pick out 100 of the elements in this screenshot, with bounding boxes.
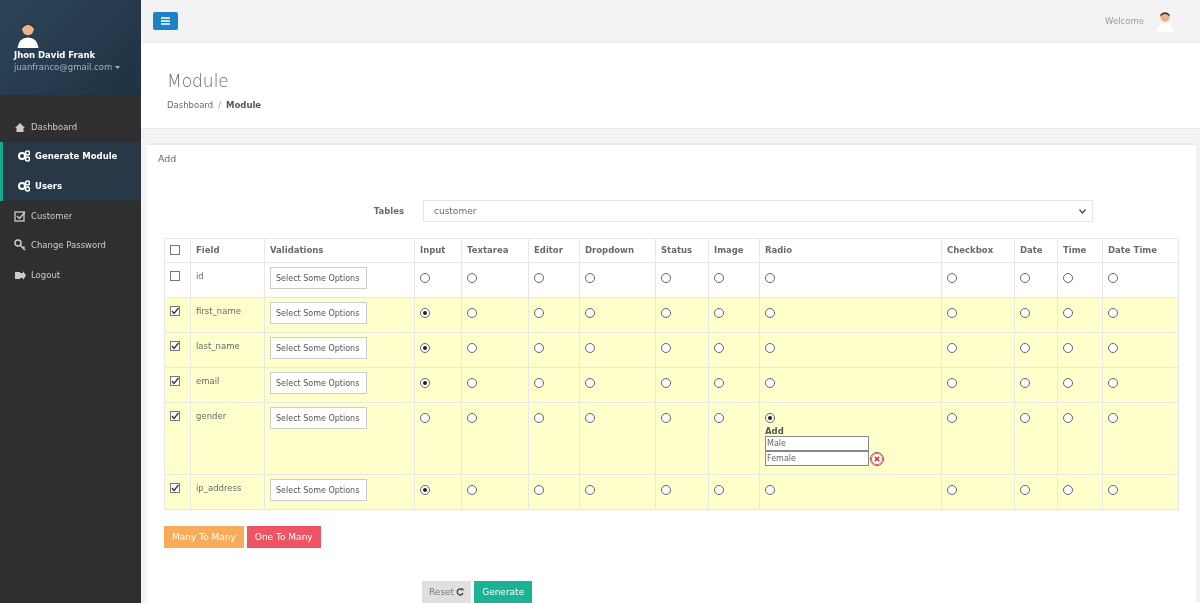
- radio-button[interactable]: [420, 378, 430, 388]
- checkbox[interactable]: [170, 376, 180, 386]
- radio-button[interactable]: [467, 308, 477, 318]
- radio-button[interactable]: [1108, 378, 1118, 388]
- radio-button[interactable]: [661, 343, 671, 353]
- radio-button[interactable]: [714, 308, 724, 318]
- radio-button[interactable]: [661, 485, 671, 495]
- validations-select[interactable]: Select Some Options: [270, 372, 367, 394]
- sidebar-item[interactable]: Logout: [0, 259, 141, 290]
- radio-button[interactable]: [1108, 308, 1118, 318]
- radio-button[interactable]: [1063, 378, 1073, 388]
- column-header: Editor: [528, 238, 580, 263]
- sidebar-item[interactable]: Dashboard: [0, 112, 141, 142]
- radio-button[interactable]: [661, 413, 671, 423]
- radio-button[interactable]: [765, 413, 775, 423]
- radio-button[interactable]: [1108, 343, 1118, 353]
- radio-button[interactable]: [1020, 413, 1030, 423]
- radio-button[interactable]: [1108, 413, 1118, 423]
- radio-button[interactable]: [947, 308, 957, 318]
- radio-button[interactable]: [534, 378, 544, 388]
- validations-select[interactable]: Select Some Options: [270, 479, 367, 501]
- radio-button[interactable]: [585, 273, 595, 283]
- sidebar-item[interactable]: Generate Module: [0, 141, 141, 172]
- radio-button[interactable]: [534, 308, 544, 318]
- radio-button[interactable]: [585, 343, 595, 353]
- radio-button[interactable]: [661, 273, 671, 283]
- sidebar-item[interactable]: Users: [0, 171, 141, 201]
- radio-button[interactable]: [661, 308, 671, 318]
- field-cell: first_name: [190, 297, 265, 333]
- radio-button[interactable]: [420, 485, 430, 495]
- welcome-text: Welcome: [1105, 16, 1144, 26]
- radio-button[interactable]: [534, 343, 544, 353]
- radio-button[interactable]: [420, 273, 430, 283]
- radio-button[interactable]: [1020, 343, 1030, 353]
- radio-button[interactable]: [1063, 308, 1073, 318]
- radio-button[interactable]: [947, 378, 957, 388]
- radio-button[interactable]: [585, 413, 595, 423]
- radio-button[interactable]: [1108, 273, 1118, 283]
- checkbox[interactable]: [170, 483, 180, 493]
- radio-button[interactable]: [765, 343, 775, 353]
- radio-button[interactable]: [714, 413, 724, 423]
- radio-button[interactable]: [1063, 413, 1073, 423]
- radio-button[interactable]: [1063, 485, 1073, 495]
- radio-button[interactable]: [467, 343, 477, 353]
- validations-select[interactable]: Select Some Options: [270, 302, 367, 324]
- radio-button[interactable]: [765, 378, 775, 388]
- validations-select[interactable]: Select Some Options: [270, 407, 367, 429]
- option-input[interactable]: Female: [765, 451, 869, 466]
- radio-button[interactable]: [420, 413, 430, 423]
- radio-button[interactable]: [420, 308, 430, 318]
- radio-button[interactable]: [661, 378, 671, 388]
- validations-select[interactable]: Select Some Options: [270, 337, 367, 359]
- breadcrumb-item[interactable]: Dashboard: [167, 100, 214, 110]
- radio-button[interactable]: [534, 485, 544, 495]
- radio-button[interactable]: [1020, 378, 1030, 388]
- radio-button[interactable]: [765, 308, 775, 318]
- sidebar-item[interactable]: Customer: [0, 200, 141, 231]
- home-icon: [14, 120, 26, 133]
- radio-button[interactable]: [534, 413, 544, 423]
- checkbox[interactable]: [170, 306, 180, 316]
- reset-button[interactable]: Reset: [422, 581, 472, 603]
- radio-button[interactable]: [947, 343, 957, 353]
- radio-button[interactable]: [765, 273, 775, 283]
- menu-button[interactable]: [153, 12, 178, 30]
- radio-button[interactable]: [1020, 308, 1030, 318]
- caret-icon[interactable]: [115, 65, 121, 69]
- user-email[interactable]: juanfranco@gmail.com: [14, 62, 121, 72]
- checkbox[interactable]: [170, 245, 180, 255]
- radio-button[interactable]: [585, 485, 595, 495]
- remove-icon[interactable]: [870, 451, 884, 466]
- column-header: Image: [708, 238, 760, 263]
- radio-button[interactable]: [714, 485, 724, 495]
- checkbox[interactable]: [170, 271, 180, 281]
- radio-button[interactable]: [1108, 485, 1118, 495]
- radio-button[interactable]: [420, 343, 430, 353]
- radio-button[interactable]: [1020, 273, 1030, 283]
- avatar-icon: [1154, 10, 1176, 32]
- radio-button[interactable]: [467, 378, 477, 388]
- radio-button[interactable]: [1063, 273, 1073, 283]
- radio-button[interactable]: [1063, 343, 1073, 353]
- radio-button[interactable]: [585, 378, 595, 388]
- tables-select[interactable]: customer: [423, 200, 1093, 222]
- radio-button[interactable]: [765, 485, 775, 495]
- radio-button[interactable]: [585, 308, 595, 318]
- radio-button[interactable]: [467, 413, 477, 423]
- validations-select[interactable]: Select Some Options: [270, 267, 367, 289]
- radio-button[interactable]: [714, 378, 724, 388]
- checkbox[interactable]: [170, 411, 180, 421]
- radio-button[interactable]: [534, 273, 544, 283]
- radio-button[interactable]: [947, 413, 957, 423]
- radio-button[interactable]: [947, 273, 957, 283]
- radio-button[interactable]: [714, 343, 724, 353]
- sidebar-item[interactable]: Change Password: [0, 230, 141, 260]
- radio-button[interactable]: [714, 273, 724, 283]
- radio-button[interactable]: [467, 485, 477, 495]
- radio-button[interactable]: [947, 485, 957, 495]
- radio-button[interactable]: [467, 273, 477, 283]
- option-input[interactable]: Male: [765, 436, 869, 451]
- checkbox[interactable]: [170, 341, 180, 351]
- radio-button[interactable]: [1020, 485, 1030, 495]
